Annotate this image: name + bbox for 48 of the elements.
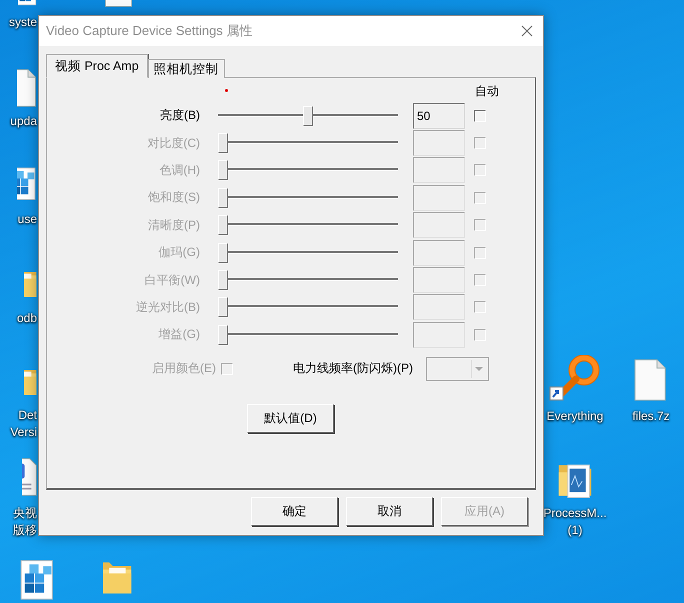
setting-label: 色调(H) — [158, 162, 200, 179]
icon-label: 版移 — [13, 522, 37, 539]
setting-label: 对比度(C) — [146, 134, 200, 152]
icon-label: syste — [8, 14, 37, 31]
slider[interactable] — [218, 160, 398, 180]
icon-label: use — [18, 211, 37, 228]
icon-label: (1) — [568, 522, 582, 539]
slider-thumb[interactable] — [303, 106, 313, 126]
dialog-button[interactable]: 取消 — [346, 497, 433, 526]
slider[interactable] — [218, 297, 398, 318]
slider[interactable] — [218, 324, 398, 345]
slider[interactable] — [218, 188, 398, 208]
icon-label: ProcessM... — [543, 505, 607, 522]
indicator-dot — [225, 89, 228, 92]
default-button[interactable]: 默认值(D) — [247, 404, 334, 433]
slider[interactable] — [218, 106, 398, 126]
setting-label: 白平衡(W) — [144, 272, 200, 289]
icon-label: 央视 — [13, 505, 37, 522]
icon-label: Det — [18, 407, 37, 424]
slider[interactable] — [218, 242, 398, 263]
setting-label: 清晰度(P) — [147, 216, 200, 234]
setting-label: 增益(G) — [158, 326, 200, 344]
dropdown-label: 电力线频率(防闪烁)(P) — [293, 360, 411, 378]
icon-label: Versi — [10, 424, 37, 441]
close-icon[interactable] — [521, 25, 533, 37]
value-field[interactable]: 50 — [413, 102, 465, 129]
dialog-button[interactable]: 确定 — [251, 497, 338, 526]
icon-label: files.7z — [632, 408, 670, 425]
setting-label: 逆光对比(B) — [135, 298, 200, 316]
caret-icon — [475, 366, 483, 371]
icon-label: upda — [10, 113, 37, 130]
cube-icon — [17, 165, 38, 201]
magnifier-icon — [548, 355, 602, 401]
checkbox-label: 启用颜色(E) — [151, 360, 216, 378]
setting-label: 亮度(B) — [159, 107, 200, 124]
window-title: Video Capture Device Settings 属性 — [46, 22, 252, 40]
auto-checkbox[interactable] — [474, 110, 486, 122]
slider[interactable] — [218, 215, 398, 236]
tab[interactable]: 照相机控制 — [148, 59, 225, 78]
cube-icon — [20, 557, 56, 601]
setting-label: 伽玛(G) — [158, 244, 200, 262]
icon-label: Everything — [546, 408, 604, 425]
icon-label: odb — [16, 310, 37, 327]
column-header: 自动 — [475, 83, 499, 100]
tab[interactable]: 视频 Proc Amp — [46, 54, 148, 78]
setting-label: 饱和度(S) — [147, 189, 200, 206]
slider[interactable] — [218, 270, 398, 290]
slider[interactable] — [218, 133, 398, 154]
